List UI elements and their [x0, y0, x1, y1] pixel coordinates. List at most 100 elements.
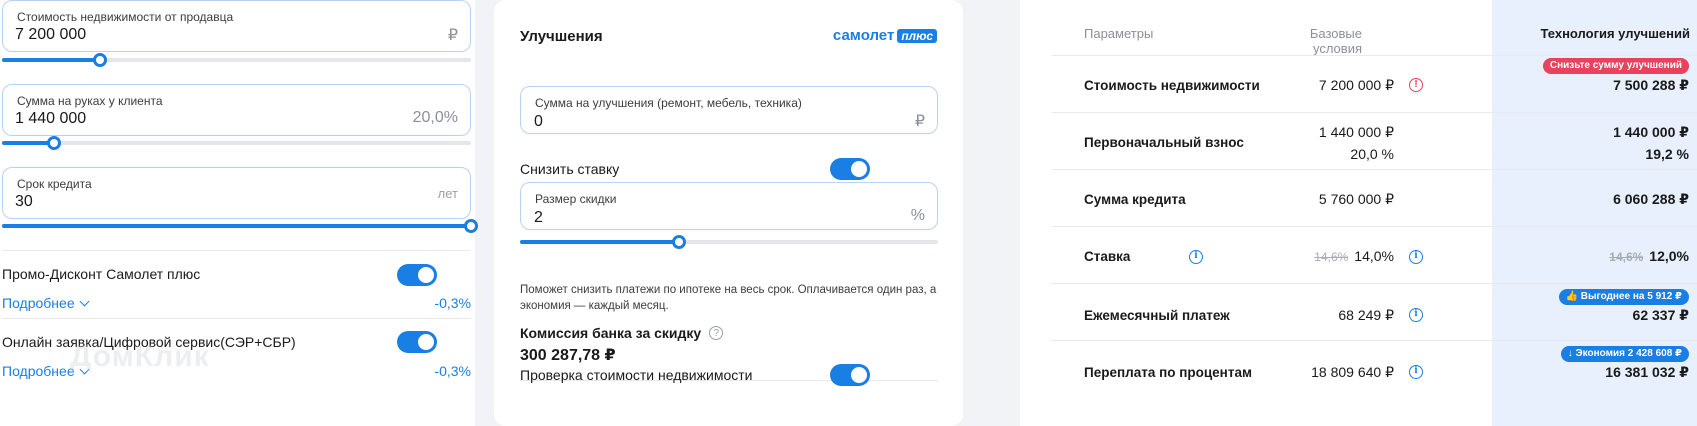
row-name: Переплата по процентам [1084, 365, 1252, 380]
row-name: Ставка [1084, 249, 1131, 264]
divider [2, 318, 471, 319]
table-row: Сумма кредита 5 760 000 ₽ 6 060 288 ₽ [1052, 169, 1697, 231]
client-cash-value[interactable]: 1 440 000 [15, 110, 86, 128]
property-price-value[interactable]: 7 200 000 [15, 26, 86, 44]
client-cash-slider[interactable] [2, 136, 471, 150]
discount-hint: Поможет снизить платежи по ипотеке на ве… [520, 284, 937, 312]
online-application-rate: -0,3% [434, 363, 471, 379]
property-price-label: Стоимость недвижимости от продавца [17, 10, 234, 24]
base-new-rate: 14,0% [1354, 248, 1394, 264]
technology-value: 62 337 ₽ [1632, 307, 1689, 323]
slider-thumb[interactable] [464, 219, 478, 233]
property-check-toggle[interactable] [830, 364, 870, 386]
brand-plus: плюс [897, 28, 937, 43]
mortgage-calculator: Стоимость недвижимости от продавца 7 200… [0, 0, 1697, 426]
base-value: 7 200 000 ₽ [1318, 77, 1394, 93]
lower-rate-toggle[interactable] [830, 158, 870, 180]
property-price-field[interactable]: Стоимость недвижимости от продавца 7 200… [2, 0, 471, 52]
loan-term-label: Срок кредита [17, 177, 92, 191]
info-icon[interactable]: i [1409, 308, 1423, 322]
promo-discount-rate: -0,3% [434, 295, 471, 311]
base-rate: 14,6% 14,0% [1314, 248, 1394, 264]
online-application-toggle[interactable] [397, 331, 437, 353]
info-icon[interactable]: i [1409, 365, 1423, 379]
header-technology: Технология улучшений [1540, 26, 1690, 41]
client-cash-label: Сумма на руках у клиента [17, 94, 163, 108]
slider-fill [2, 141, 54, 145]
table-row: Ежемесячный платеж 68 249 ₽ i 👍 Выгоднее… [1052, 283, 1697, 345]
loan-term-unit: лет [437, 186, 458, 201]
bank-commission-label: Комиссия банка за скидку ? [520, 325, 724, 341]
base-value: 68 249 ₽ [1338, 307, 1394, 323]
header-params: Параметры [1084, 26, 1154, 41]
improvements-amount-label: Сумма на улучшения (ремонт, мебель, техн… [535, 96, 802, 110]
base-value: 1 440 000 ₽ [1318, 124, 1394, 140]
slider-thumb[interactable] [671, 235, 686, 249]
header-base: Базовые условия [1309, 26, 1362, 56]
savings-badge: ↓ Экономия 2 428 608 ₽ [1560, 346, 1689, 362]
technology-percent: 19,2 % [1645, 146, 1689, 162]
client-cash-field[interactable]: Сумма на руках у клиента 1 440 000 20,0% [2, 84, 471, 136]
improvements-panel: Улучшения самолет плюс Сумма на улучшени… [494, 0, 963, 426]
comparison-table: Параметры Базовые условия Технология улу… [1020, 0, 1697, 426]
discount-size-field[interactable]: Размер скидки 2 % [520, 182, 938, 230]
bank-commission-label-text: Комиссия банка за скидку [520, 325, 702, 341]
more-link-label: Подробнее [2, 363, 75, 379]
loan-term-slider[interactable] [2, 219, 478, 233]
discount-size-slider[interactable] [520, 235, 938, 249]
table-row: Первоначальный взнос 1 440 000 ₽ 20,0 % … [1052, 112, 1697, 174]
lower-rate-label: Снизить ставку [520, 161, 620, 177]
slider-fill [520, 240, 679, 244]
row-name: Сумма кредита [1084, 192, 1186, 207]
domclick-watermark: ДомКлик [70, 340, 210, 373]
discount-size-value[interactable]: 2 [534, 209, 543, 227]
row-name: Первоначальный взнос [1084, 135, 1244, 150]
promo-discount-title: Промо-Дисконт Самолет плюс [2, 266, 201, 282]
technology-value: 6 060 288 ₽ [1613, 191, 1689, 207]
row-name: Ежемесячный платеж [1084, 308, 1230, 323]
technology-old-rate: 14,6% [1609, 250, 1644, 264]
slider-track [2, 141, 471, 145]
slider-thumb[interactable] [46, 136, 61, 150]
slider-fill [2, 224, 471, 228]
improvements-title: Улучшения [520, 28, 603, 45]
samolet-plus-logo: самолет плюс [833, 27, 937, 44]
warning-icon[interactable]: ! [1409, 78, 1423, 92]
currency-suffix: ₽ [447, 27, 458, 44]
chevron-down-icon [79, 296, 90, 306]
loan-term-field[interactable]: Срок кредита 30 лет [2, 167, 471, 219]
row-name: Стоимость недвижимости [1084, 78, 1260, 93]
benefit-badge: 👍 Выгоднее на 5 912 ₽ [1558, 289, 1689, 305]
base-value: 18 809 640 ₽ [1311, 364, 1394, 380]
improvements-amount-value[interactable]: 0 [534, 113, 543, 131]
base-old-rate: 14,6% [1314, 250, 1349, 264]
warning-badge: Снизьте сумму улучшений [1542, 58, 1689, 74]
client-cash-percent: 20,0% [412, 109, 458, 126]
discount-size-label: Размер скидки [535, 192, 617, 206]
loan-parameters-panel: Стоимость недвижимости от продавца 7 200… [0, 0, 478, 426]
property-check-label: Проверка стоимости недвижимости [520, 367, 753, 383]
divider [2, 250, 471, 251]
table-row: Ставка i 14,6% 14,0% i 14,6% 12,0% [1052, 226, 1697, 288]
improvements-amount-field[interactable]: Сумма на улучшения (ремонт, мебель, техн… [520, 86, 938, 134]
base-percent: 20,0 % [1350, 146, 1394, 162]
info-icon[interactable]: i [1189, 250, 1203, 264]
table-row: Стоимость недвижимости 7 200 000 ₽ ! Сни… [1052, 55, 1697, 117]
technology-value: 1 440 000 ₽ [1613, 124, 1689, 140]
promo-discount-toggle[interactable] [397, 264, 437, 286]
percent-suffix: % [910, 207, 925, 224]
currency-suffix: ₽ [914, 113, 925, 130]
technology-value: 16 381 032 ₽ [1605, 364, 1689, 380]
property-price-slider[interactable] [2, 53, 471, 67]
slider-thumb[interactable] [93, 53, 108, 67]
table-row: Переплата по процентам 18 809 640 ₽ i ↓ … [1052, 340, 1697, 402]
bank-commission-value: 300 287,78 ₽ [520, 347, 616, 364]
promo-discount-more-link[interactable]: Подробнее [2, 295, 90, 311]
slider-fill [2, 58, 101, 62]
technology-value: 7 500 288 ₽ [1613, 77, 1689, 93]
loan-term-value[interactable]: 30 [15, 193, 33, 211]
technology-new-rate: 12,0% [1649, 248, 1689, 264]
base-value: 5 760 000 ₽ [1318, 191, 1394, 207]
info-icon[interactable]: i [1409, 250, 1423, 264]
question-icon[interactable]: ? [709, 326, 724, 340]
